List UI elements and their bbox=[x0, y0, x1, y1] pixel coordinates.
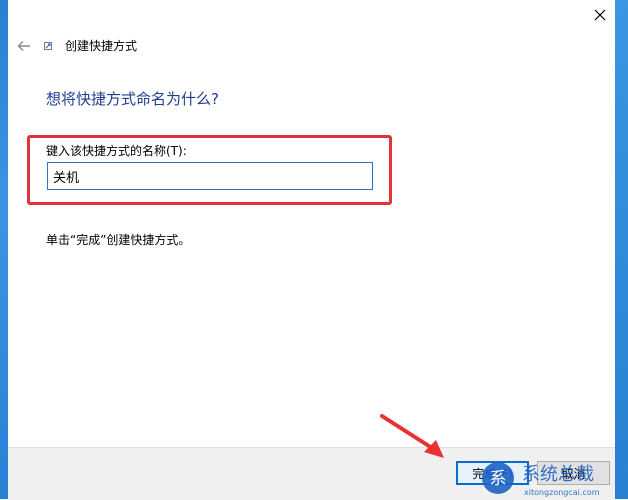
svg-text:xitongzongcai.com: xitongzongcai.com bbox=[524, 488, 600, 497]
finish-hint-text: 单击“完成”创建快捷方式。 bbox=[46, 233, 191, 247]
close-icon bbox=[594, 9, 606, 21]
red-arrow-icon bbox=[380, 414, 444, 458]
desktop-background-left bbox=[0, 0, 8, 499]
window-title: 创建快捷方式 bbox=[65, 39, 138, 53]
close-button[interactable] bbox=[589, 4, 611, 26]
create-shortcut-window: 创建快捷方式 想将快捷方式命名为什么? 键入该快捷方式的名称(T): 单击“完成… bbox=[8, 0, 615, 500]
shortcut-name-label: 键入该快捷方式的名称(T): bbox=[46, 144, 187, 158]
svg-text:系: 系 bbox=[490, 469, 507, 489]
back-button[interactable] bbox=[14, 36, 34, 56]
shortcut-name-input[interactable] bbox=[47, 162, 373, 190]
back-arrow-icon bbox=[17, 41, 30, 51]
watermark-logo: 系 系统总裁 xitongzongcai.com bbox=[482, 462, 600, 497]
svg-text:系统总裁: 系统总裁 bbox=[522, 464, 594, 485]
shortcut-icon bbox=[44, 42, 52, 50]
desktop-background-right bbox=[615, 0, 628, 499]
page-heading: 想将快捷方式命名为什么? bbox=[46, 90, 219, 108]
